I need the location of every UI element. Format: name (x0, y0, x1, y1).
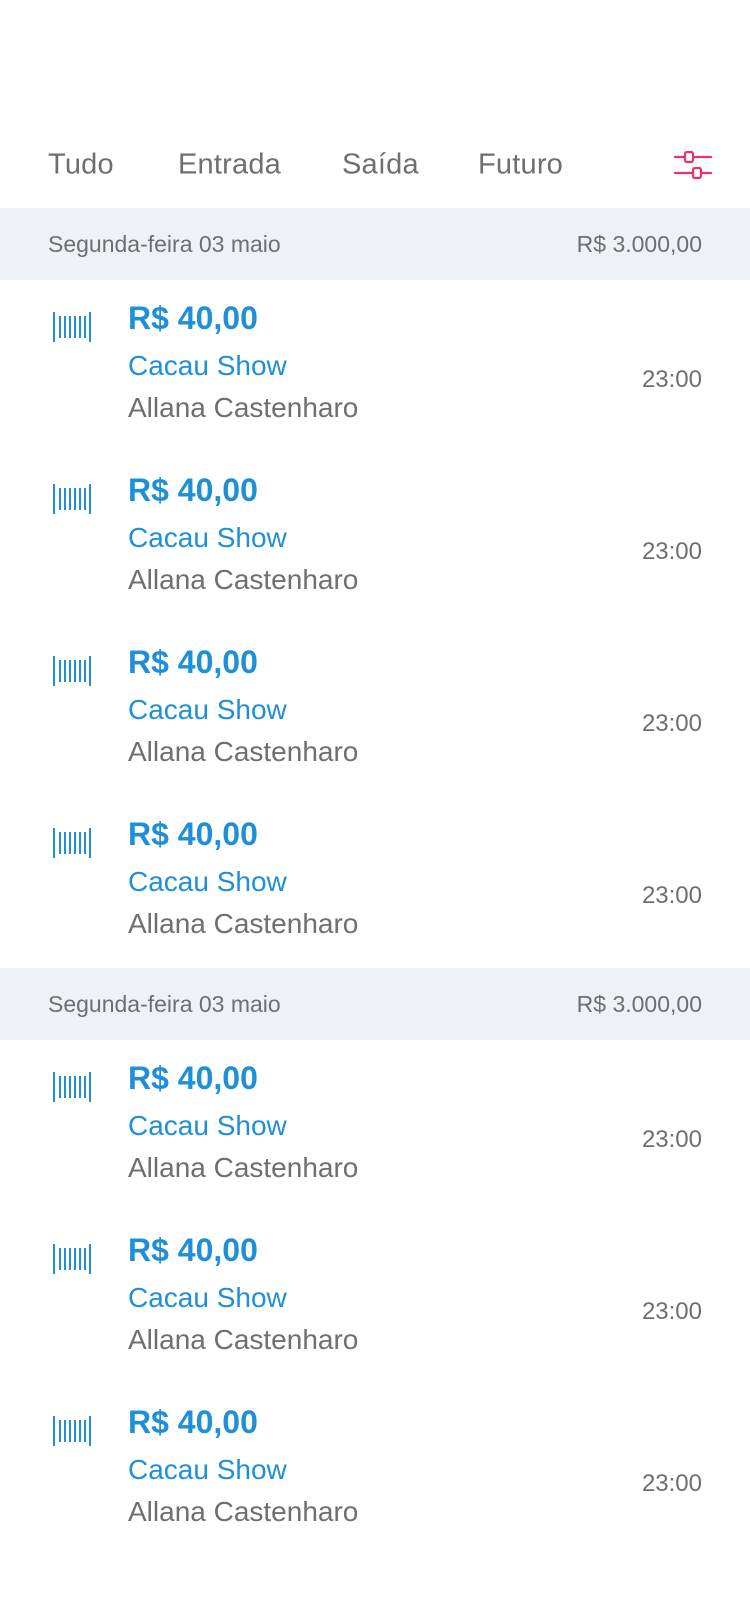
section-date: Segunda-feira 03 maio (48, 230, 281, 257)
filter-tabs: Tudo Entrada Saída Futuro (0, 120, 750, 210)
transaction-row[interactable]: R$ 40,00 Cacau Show Allana Castenharo 23:00 (0, 1040, 750, 1212)
transaction-person: Allana Castenharo (128, 392, 359, 423)
section-total: R$ 3.000,00 (576, 990, 702, 1017)
section-date: Segunda-feira 03 maio (48, 990, 281, 1017)
barcode-icon (52, 826, 92, 860)
transaction-merchant: Cacau Show (128, 866, 287, 897)
transaction-amount: R$ 40,00 (128, 816, 258, 852)
transaction-amount: R$ 40,00 (128, 1404, 258, 1440)
transaction-amount: R$ 40,00 (128, 300, 258, 336)
barcode-icon (52, 1414, 92, 1448)
section-total: R$ 3.000,00 (576, 230, 702, 257)
transaction-row[interactable]: R$ 40,00 Cacau Show Allana Castenharo 23:00 (0, 796, 750, 968)
transaction-row[interactable]: R$ 40,00 Cacau Show Allana Castenharo 23:00 (0, 452, 750, 624)
filter-button[interactable] (672, 144, 714, 186)
transaction-merchant: Cacau Show (128, 522, 287, 553)
transaction-row[interactable]: R$ 40,00 Cacau Show Allana Castenharo 23:00 (0, 1212, 750, 1384)
tab-tudo[interactable]: Tudo (48, 149, 114, 182)
transaction-merchant: Cacau Show (128, 694, 287, 725)
transaction-time: 23:00 (641, 1298, 702, 1325)
transaction-time: 23:00 (641, 1126, 702, 1153)
transaction-merchant: Cacau Show (128, 1110, 287, 1141)
transaction-amount: R$ 40,00 (128, 644, 258, 680)
transaction-person: Allana Castenharo (128, 1496, 359, 1527)
tab-futuro[interactable]: Futuro (478, 149, 563, 182)
transaction-time: 23:00 (641, 1470, 702, 1497)
section-header: Segunda-feira 03 maio R$ 3.000,00 (0, 968, 750, 1040)
barcode-icon (52, 654, 92, 688)
transaction-person: Allana Castenharo (128, 564, 359, 595)
transaction-time: 23:00 (641, 882, 702, 909)
transaction-person: Allana Castenharo (128, 736, 359, 767)
transaction-amount: R$ 40,00 (128, 1060, 258, 1096)
transaction-merchant: Cacau Show (128, 350, 287, 381)
transaction-person: Allana Castenharo (128, 908, 359, 939)
tab-saida[interactable]: Saída (342, 149, 419, 182)
transaction-time: 23:00 (641, 538, 702, 565)
transactions-screen: Tudo Entrada Saída Futuro Segunda-feira … (0, 0, 750, 1624)
transaction-time: 23:00 (641, 710, 702, 737)
transaction-row[interactable]: R$ 40,00 Cacau Show Allana Castenharo 23:00 (0, 624, 750, 796)
barcode-icon (52, 482, 92, 516)
transaction-merchant: Cacau Show (128, 1282, 287, 1313)
transaction-merchant: Cacau Show (128, 1454, 287, 1485)
transaction-person: Allana Castenharo (128, 1324, 359, 1355)
transaction-row[interactable]: R$ 40,00 Cacau Show Allana Castenharo 23:00 (0, 1384, 750, 1556)
transaction-row[interactable]: R$ 40,00 Cacau Show Allana Castenharo 23:00 (0, 280, 750, 452)
transaction-amount: R$ 40,00 (128, 472, 258, 508)
sliders-icon (673, 150, 713, 180)
transaction-person: Allana Castenharo (128, 1152, 359, 1183)
barcode-icon (52, 1070, 92, 1104)
section-header: Segunda-feira 03 maio R$ 3.000,00 (0, 208, 750, 280)
transaction-time: 23:00 (641, 366, 702, 393)
transaction-amount: R$ 40,00 (128, 1232, 258, 1268)
tab-entrada[interactable]: Entrada (178, 149, 281, 182)
barcode-icon (52, 1242, 92, 1276)
barcode-icon (52, 310, 92, 344)
